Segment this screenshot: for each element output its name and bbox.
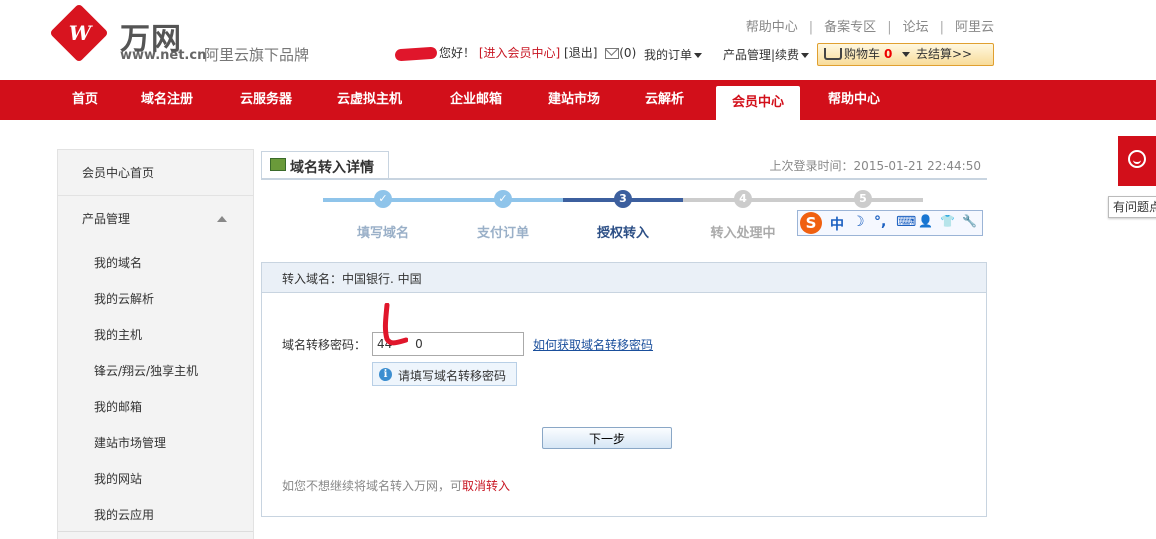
support-tab[interactable] (1118, 136, 1156, 186)
sidebar-item-my-hosts[interactable]: 我的主机 (94, 326, 142, 343)
sidebar-item-home[interactable]: 会员中心首页 (58, 150, 253, 196)
transfer-code-label: 域名转移密码： (282, 338, 367, 352)
cancel-note: 如您不想继续将域名转入万网，可取消转入 (282, 477, 510, 494)
mail-icon[interactable] (605, 48, 620, 59)
top-link-aliyun[interactable]: 阿里云 (955, 20, 994, 35)
sidebar-divider (58, 531, 253, 532)
nav-domain-register[interactable]: 域名注册 (141, 80, 193, 120)
tab-underline (261, 178, 987, 180)
sidebar-item-site-market[interactable]: 建站市场管理 (94, 434, 166, 451)
sidebar: 会员中心首页 产品管理 我的域名 我的云解析 我的主机 锋云/翔云/独享主机 我… (57, 149, 254, 539)
nav-site-market[interactable]: 建站市场 (548, 80, 600, 120)
nav-enterprise-mail[interactable]: 企业邮箱 (450, 80, 502, 120)
cart-label: 购物车 (844, 47, 881, 61)
nav-virtual-host[interactable]: 云虚拟主机 (337, 80, 402, 120)
sidebar-item-my-dns[interactable]: 我的云解析 (94, 290, 154, 307)
nav-member-center[interactable]: 会员中心 (716, 86, 800, 120)
cancel-transfer-link[interactable]: 取消转入 (462, 479, 510, 493)
chevron-down-icon (801, 53, 810, 58)
wrench-icon[interactable]: 🔧 (962, 214, 977, 228)
annotation-mark (382, 303, 408, 346)
nav-cloud-dns[interactable]: 云解析 (645, 80, 684, 120)
code-hint: i 请填写域名转移密码 (372, 362, 517, 386)
logo-domain: www.net.cn (120, 48, 207, 63)
greeting: 您好！ (439, 46, 476, 60)
top-link-forum[interactable]: 论坛 (903, 20, 929, 35)
ime-mode-icon[interactable]: 中 (830, 214, 844, 234)
transfer-form-panel: 转入域名：中国银行. 中国 域名转移密码： 如何获取域名转移密码 i 请填写域名… (261, 262, 987, 517)
sidebar-group-products[interactable]: 产品管理 (58, 197, 253, 241)
step-2-check-icon: ✓ (494, 190, 512, 208)
nav-home[interactable]: 首页 (72, 80, 98, 120)
step-bar-done (323, 198, 563, 202)
headset-icon (1128, 150, 1146, 168)
cart-icon (824, 48, 842, 60)
cart-count: 0 (884, 47, 893, 61)
step-3-number: 3 (614, 190, 632, 208)
support-tooltip: 有问题点 (1108, 196, 1156, 218)
ime-toolbar[interactable]: S 中 ☽ °, ⌨ 👤 👕 🔧 (797, 210, 983, 236)
mail-count: (0) (619, 46, 637, 60)
code-hint-text: 请填写域名转移密码 (398, 369, 507, 383)
panel-header: 转入域名：中国银行. 中国 (262, 263, 986, 293)
page-title: 域名转入详情 (290, 160, 374, 176)
product-mgmt-label: 产品管理|续费 (723, 48, 800, 62)
top-link-help[interactable]: 帮助中心 (746, 20, 798, 35)
product-mgmt-menu[interactable]: 产品管理|续费 (723, 46, 810, 63)
sidebar-item-dedicated-hosts[interactable]: 锋云/翔云/独享主机 (94, 362, 198, 379)
step-bar-todo (683, 198, 923, 202)
checkout-link[interactable]: 去结算>> (916, 44, 972, 65)
logout-link[interactable]: [退出] (564, 46, 597, 60)
chevron-down-icon[interactable] (902, 52, 910, 57)
punctuation-icon[interactable]: °, (874, 214, 886, 230)
chevron-down-icon (694, 53, 703, 58)
my-orders-menu[interactable]: 我的订单 (644, 46, 703, 63)
main-nav: 首页 域名注册 云服务器 云虚拟主机 企业邮箱 建站市场 云解析 会员中心 帮助… (0, 80, 1156, 120)
sidebar-item-my-cloud-apps[interactable]: 我的云应用 (94, 506, 154, 523)
sidebar-item-my-domains[interactable]: 我的域名 (94, 254, 142, 271)
member-center-link[interactable]: [进入会员中心] (479, 46, 560, 60)
nav-help-center[interactable]: 帮助中心 (828, 80, 880, 120)
sogou-logo-icon[interactable]: S (800, 212, 822, 234)
step-4-number: 4 (734, 190, 752, 208)
user-bar: 您好！ [进入会员中心] [退出] (0) (393, 44, 636, 61)
user-icon[interactable]: 👤 (918, 214, 933, 228)
moon-icon[interactable]: ☽ (852, 214, 865, 230)
step-1-check-icon: ✓ (374, 190, 392, 208)
info-icon: i (379, 368, 392, 381)
cart-button[interactable]: 购物车 0 去结算>> (817, 43, 994, 66)
document-icon (270, 158, 286, 171)
cancel-note-text: 如您不想继续将域名转入万网，可 (282, 479, 463, 493)
keyboard-icon[interactable]: ⌨ (896, 214, 916, 230)
transfer-domain-label: 转入域名：中国银行. 中国 (282, 272, 422, 286)
step-2-label: 支付订单 (476, 226, 529, 241)
next-step-button[interactable]: 下一步 (542, 427, 672, 449)
step-1-label: 填写域名 (356, 226, 409, 241)
top-links: 帮助中心 | 备案专区 | 论坛 | 阿里云 (745, 20, 994, 35)
redacted-username (394, 46, 438, 61)
site-logo[interactable]: W 万网 www.net.cn 阿里云旗下品牌 (49, 3, 314, 68)
how-to-get-code-link[interactable]: 如何获取域名转移密码 (533, 336, 653, 353)
nav-cloud-server[interactable]: 云服务器 (240, 80, 292, 120)
skin-icon[interactable]: 👕 (940, 214, 955, 228)
step-5-number: 5 (854, 190, 872, 208)
sidebar-item-my-sites[interactable]: 我的网站 (94, 470, 142, 487)
logo-slogan: 阿里云旗下品牌 (204, 46, 310, 64)
sidebar-item-my-mail[interactable]: 我的邮箱 (94, 398, 142, 415)
chevron-up-icon[interactable] (217, 216, 227, 222)
top-link-beian[interactable]: 备案专区 (824, 20, 876, 35)
last-login-time: 上次登录时间：2015-01-21 22:44:50 (769, 159, 981, 173)
step-3-label: 授权转入 (596, 226, 649, 241)
page-tab: 域名转入详情 (261, 151, 389, 178)
logo-mark-letter: W (68, 21, 92, 45)
step-4-label: 转入处理中 (710, 226, 776, 241)
my-orders-label: 我的订单 (644, 48, 693, 62)
sidebar-group-label: 产品管理 (82, 212, 131, 226)
